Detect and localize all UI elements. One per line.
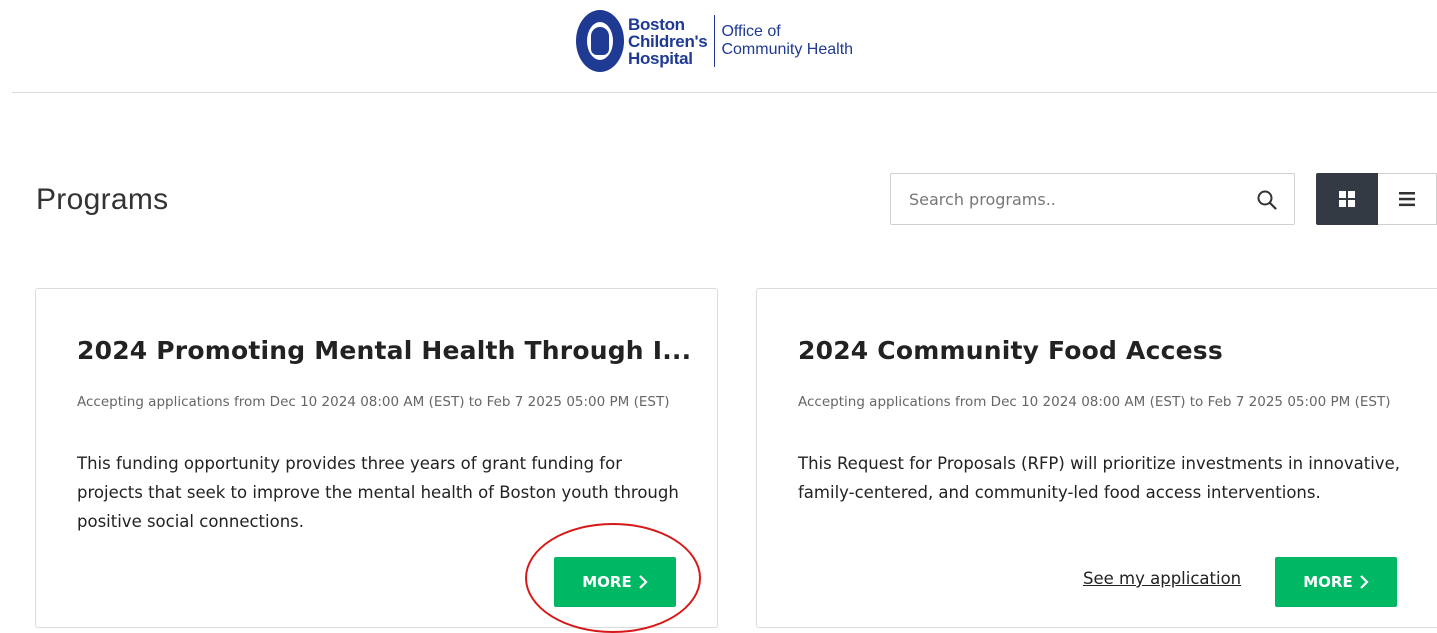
logo-divider — [714, 15, 716, 67]
more-button-label: MORE — [1303, 573, 1353, 591]
view-toggle — [1316, 173, 1437, 225]
grid-view-icon — [1339, 191, 1355, 207]
org-name-line: Children's — [628, 31, 708, 51]
search-box — [890, 173, 1295, 225]
org-name-line: Hospital — [628, 48, 693, 68]
list-view-icon — [1399, 192, 1415, 207]
page-title: Programs — [36, 183, 169, 216]
see-my-application-link[interactable]: See my application — [1083, 569, 1241, 588]
grid-view-button[interactable] — [1316, 173, 1378, 225]
program-title[interactable]: 2024 Promoting Mental Health Through I..… — [77, 336, 691, 365]
site-header: Boston Children's Hospital Office of Com… — [0, 0, 1437, 92]
office-name-line: Office of — [721, 23, 781, 40]
program-title[interactable]: 2024 Community Food Access — [798, 336, 1223, 365]
program-description: This funding opportunity provides three … — [77, 454, 679, 531]
search-input[interactable] — [909, 174, 1229, 224]
program-dates: Accepting applications from Dec 10 2024 … — [798, 394, 1391, 410]
org-name: Boston Children's Hospital — [628, 14, 708, 68]
office-name: Office of Community Health — [721, 23, 853, 59]
hospital-seal-icon — [576, 10, 624, 72]
office-name-line: Community Health — [721, 41, 854, 58]
program-dates: Accepting applications from Dec 10 2024 … — [77, 394, 670, 410]
highlight-annotation — [525, 523, 701, 633]
org-name-line: Boston — [628, 14, 685, 34]
program-description: This Request for Proposals (RFP) will pr… — [798, 454, 1400, 502]
chevron-right-icon — [1359, 575, 1369, 589]
more-button[interactable]: MORE — [1275, 557, 1397, 607]
list-view-button[interactable] — [1378, 173, 1437, 225]
search-icon[interactable] — [1256, 189, 1278, 211]
program-card: 2024 Community Food Access Accepting app… — [756, 288, 1437, 628]
header-divider — [12, 92, 1437, 93]
logo[interactable]: Boston Children's Hospital Office of Com… — [576, 10, 853, 72]
